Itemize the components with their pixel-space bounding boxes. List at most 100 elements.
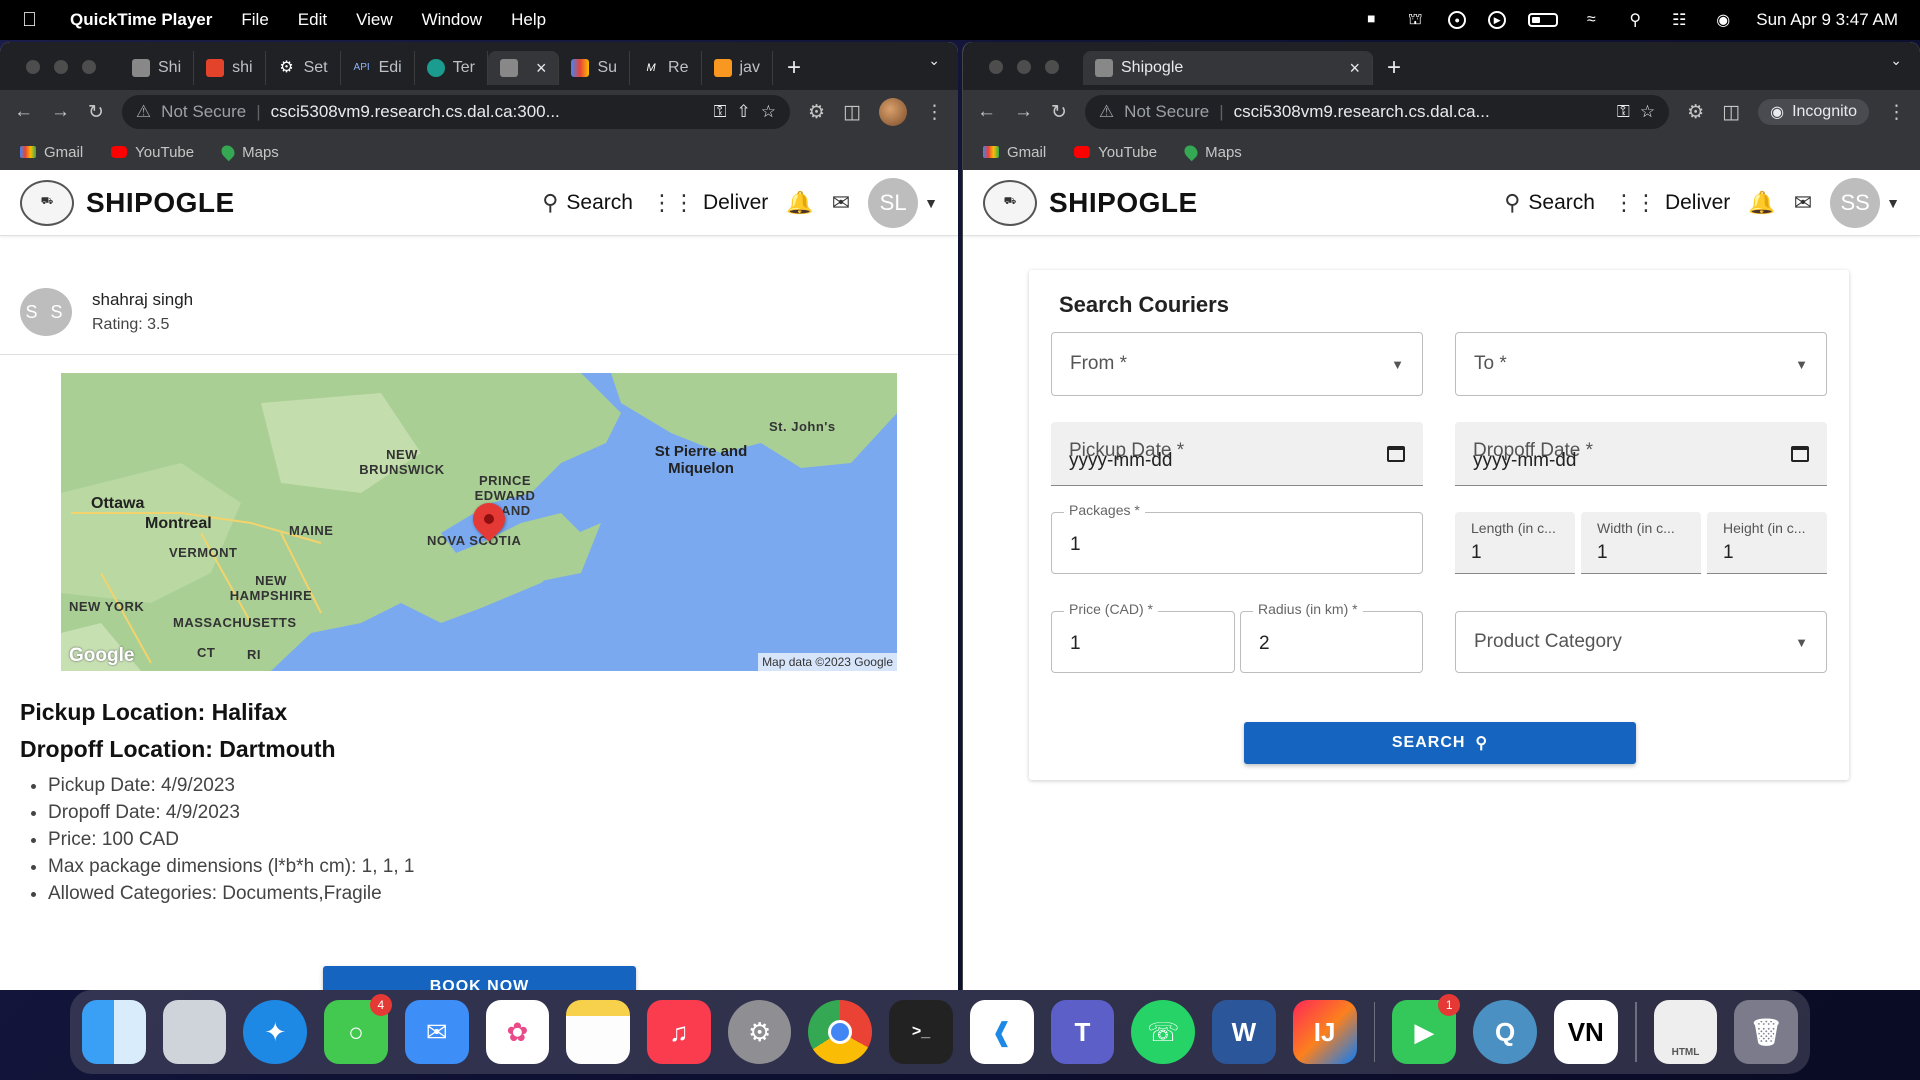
close-tab-icon[interactable]: × [536, 58, 547, 79]
tab-search-chevron-icon[interactable]: ⌄ [1890, 52, 1902, 69]
bookmark-star-icon[interactable]: ☆ [1640, 102, 1655, 122]
menu-file[interactable]: File [241, 10, 268, 30]
close-window-button[interactable] [989, 60, 1003, 74]
product-category-select[interactable]: Product Category ▼ [1455, 611, 1827, 673]
incognito-indicator[interactable]: ◉ Incognito [1758, 99, 1869, 125]
bookmark-maps[interactable]: Maps [1181, 142, 1242, 162]
user-menu[interactable]: SS ▼ [1830, 177, 1900, 228]
whatsapp-icon[interactable]: ☏ [1131, 1000, 1196, 1064]
to-select[interactable]: To * ▼ [1455, 332, 1827, 396]
browser-tab[interactable]: Ter [415, 51, 488, 85]
calendar-icon[interactable] [1791, 445, 1809, 462]
price-input[interactable]: Price (CAD) * 1 [1051, 601, 1235, 673]
browser-tab[interactable]: shi [194, 51, 266, 85]
facetime-icon[interactable]: ▶ 1 [1392, 994, 1461, 1064]
url-text[interactable]: csci5308vm9.research.cs.dal.ca... [1234, 102, 1607, 122]
shipogle-logo[interactable]: ⛟ [983, 179, 1037, 226]
width-input[interactable]: Width (in c... 1 [1581, 512, 1701, 574]
terminal-icon[interactable]: >_ [889, 1000, 953, 1064]
mail-icon[interactable]: ✉ [404, 1000, 469, 1064]
finder-icon[interactable] [82, 1000, 146, 1064]
reload-icon[interactable]: ↻ [88, 101, 104, 124]
bookmark-star-icon[interactable]: ☆ [761, 102, 776, 122]
chat-icon[interactable]: ✉ [1794, 190, 1812, 216]
packages-input[interactable]: Packages * 1 [1051, 502, 1423, 574]
more-menu-icon[interactable]: ⋮ [1887, 101, 1906, 124]
address-bar[interactable]: ⚠ Not Secure | csci5308vm9.research.cs.d… [1084, 95, 1670, 129]
back-icon[interactable]: ← [14, 101, 33, 123]
vn-icon[interactable]: VN [1553, 1000, 1618, 1064]
new-tab-button[interactable]: + [773, 54, 815, 82]
play-icon[interactable]: ▶ [1488, 11, 1507, 29]
tab-search-chevron-icon[interactable]: ⌄ [928, 52, 940, 69]
brand-name[interactable]: SHIPOGLE [86, 187, 235, 219]
nav-deliver[interactable]: ⋮⋮ Deliver [651, 190, 768, 216]
siri-icon[interactable]: ◉ [1712, 11, 1734, 29]
key-icon[interactable]: ⚿ [1617, 102, 1630, 122]
notification-bell-icon[interactable]: 🔔 [786, 190, 813, 216]
word-icon[interactable]: W [1212, 1000, 1276, 1064]
extensions-icon[interactable]: ⚙ [808, 101, 825, 124]
close-tab-icon[interactable]: × [1349, 58, 1360, 79]
from-select[interactable]: From * ▼ [1051, 332, 1423, 396]
url-text[interactable]: csci5308vm9.research.cs.dal.ca:300... [271, 102, 704, 122]
forward-icon[interactable]: → [51, 101, 70, 123]
calendar-icon[interactable] [1387, 445, 1405, 462]
shipogle-logo[interactable]: ⛟ [20, 179, 74, 226]
settings-icon[interactable]: ⚙ [727, 1000, 792, 1064]
address-bar[interactable]: ⚠ Not Secure | csci5308vm9.research.cs.d… [121, 95, 790, 129]
browser-tab[interactable]: Shi [120, 51, 195, 85]
side-panel-icon[interactable]: ◫ [843, 101, 861, 124]
html-file-icon[interactable]: HTML [1653, 1000, 1718, 1064]
share-icon[interactable]: ⇧ [737, 102, 751, 122]
control-center-icon[interactable]: ☷ [1668, 11, 1690, 29]
browser-tab[interactable]: jav [702, 51, 773, 85]
pickup-date-input[interactable]: Pickup Date * yyyy-mm-dd [1051, 422, 1423, 486]
route-map[interactable]: Ottawa Montreal VERMONT MAINE NEW HAMPSH… [61, 373, 897, 671]
zoom-window-button[interactable] [1045, 60, 1059, 74]
quicktime-icon[interactable]: Q [1473, 1000, 1537, 1064]
nav-search[interactable]: ⚲ Search [542, 190, 633, 216]
nav-search[interactable]: ⚲ Search [1504, 190, 1595, 216]
length-input[interactable]: Length (in c... 1 [1455, 512, 1575, 574]
bookmark-youtube[interactable]: YouTube [1074, 144, 1157, 161]
key-icon[interactable]: ⚿ [714, 102, 727, 122]
height-input[interactable]: Height (in c... 1 [1707, 512, 1827, 574]
menu-help[interactable]: Help [511, 10, 546, 30]
trash-icon[interactable]: 🗑 [1734, 1000, 1799, 1064]
zoom-window-button[interactable] [82, 60, 96, 74]
browser-tab[interactable]: API Edi [341, 51, 415, 85]
bookmark-maps[interactable]: Maps [218, 142, 279, 162]
shield-icon[interactable]: ⛫ [1404, 11, 1426, 29]
profile-avatar[interactable] [879, 98, 907, 126]
search-button[interactable]: SEARCH ⚲ [1244, 722, 1636, 764]
apple-icon[interactable]:  [22, 9, 46, 32]
user-menu[interactable]: SL ▼ [868, 177, 938, 228]
extensions-icon[interactable]: ⚙ [1687, 101, 1704, 124]
music-icon[interactable]: ♫ [647, 1000, 711, 1064]
browser-tab[interactable]: M Re [630, 51, 702, 85]
radius-input[interactable]: Radius (in km) * 2 [1240, 601, 1423, 673]
menubar-clock[interactable]: Sun Apr 9 3:47 AM [1756, 10, 1898, 30]
notification-bell-icon[interactable]: 🔔 [1748, 190, 1775, 216]
browser-tab-active[interactable]: × [487, 51, 560, 85]
chat-icon[interactable]: ✉ [832, 190, 850, 216]
dropoff-date-input[interactable]: Dropoff Date * yyyy-mm-dd [1455, 422, 1827, 486]
nav-deliver[interactable]: ⋮⋮ Deliver [1613, 190, 1730, 216]
menubar-app-name[interactable]: QuickTime Player [70, 10, 212, 30]
intellij-icon[interactable]: IJ [1292, 1000, 1357, 1064]
battery-icon[interactable] [1528, 13, 1559, 27]
close-window-button[interactable] [26, 60, 40, 74]
menu-edit[interactable]: Edit [298, 10, 327, 30]
minimize-window-button[interactable] [54, 60, 68, 74]
bookmark-youtube[interactable]: YouTube [111, 144, 194, 161]
back-icon[interactable]: ← [977, 101, 996, 123]
vscode-icon[interactable]: ❰ [969, 1000, 1034, 1064]
menu-view[interactable]: View [356, 10, 393, 30]
forward-icon[interactable]: → [1014, 101, 1033, 123]
notes-icon[interactable] [566, 1000, 631, 1064]
bookmark-gmail[interactable]: Gmail [983, 144, 1046, 161]
chrome-icon[interactable] [808, 1000, 873, 1064]
photos-icon[interactable]: ✿ [485, 1000, 550, 1064]
browser-tab[interactable]: ⚙ Set [266, 51, 341, 85]
